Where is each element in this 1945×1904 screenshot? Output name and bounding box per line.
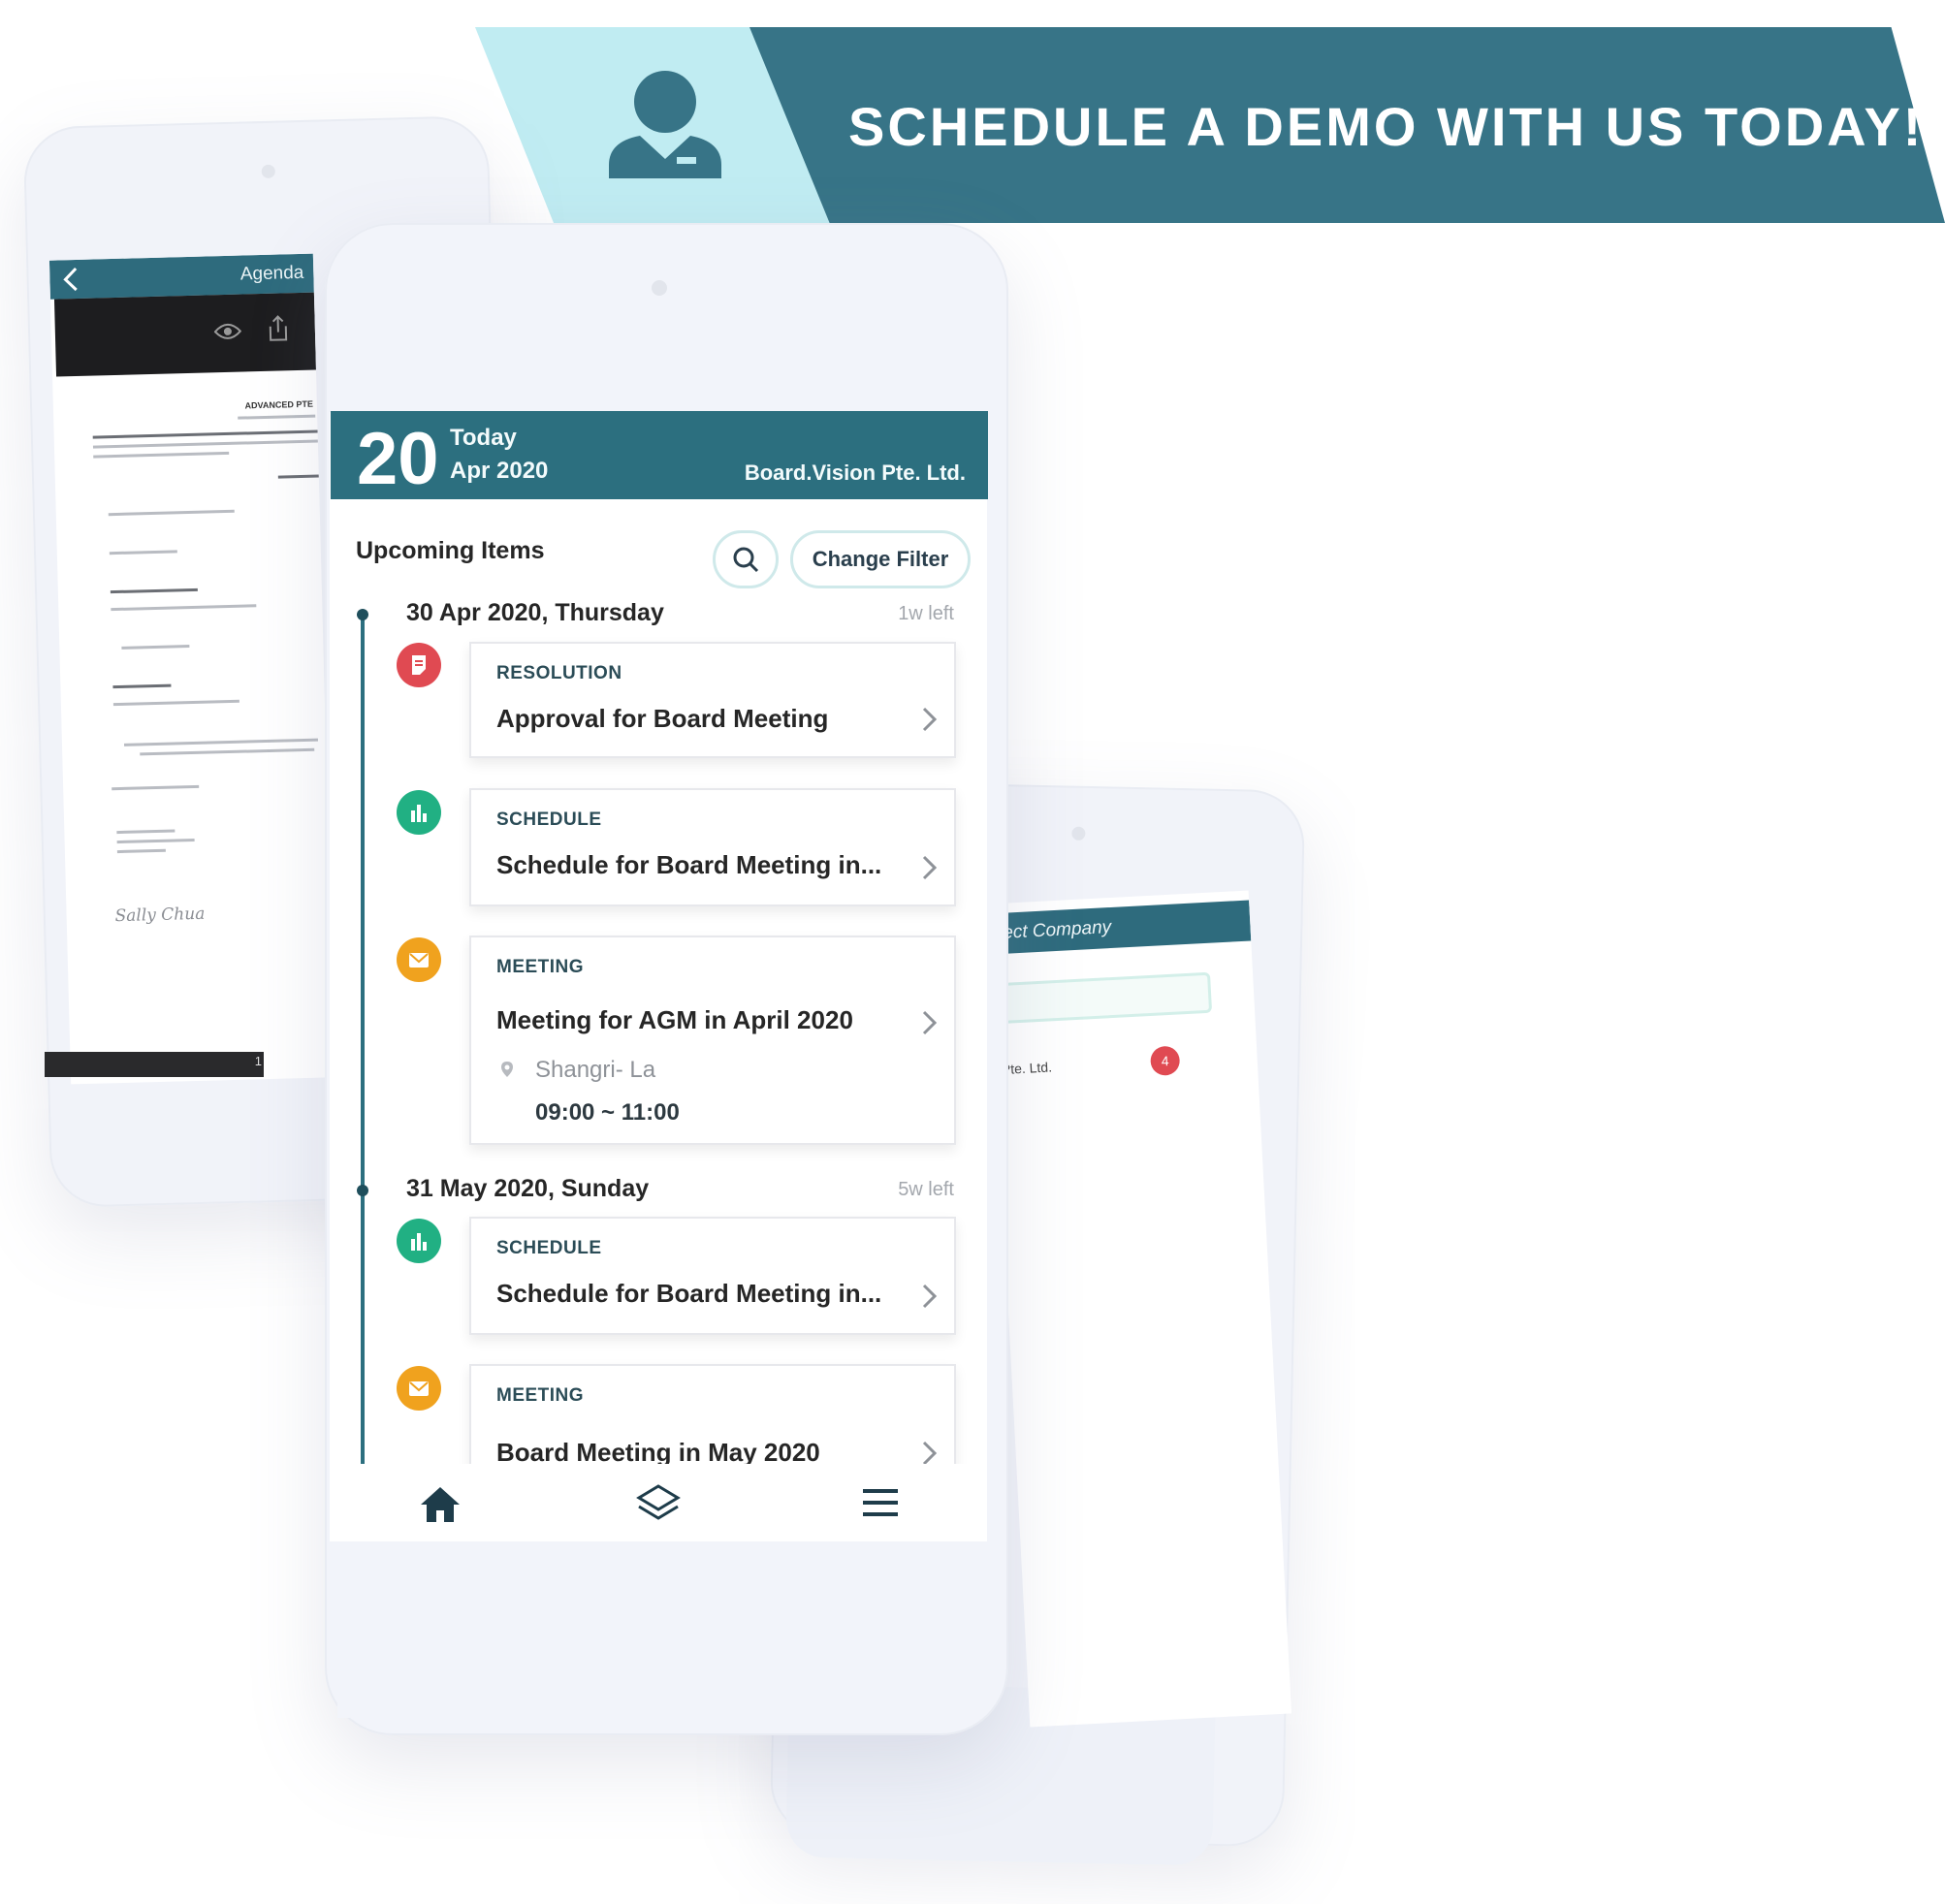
- signature: Sally Chua: [114, 904, 206, 927]
- resolution-icon: [397, 643, 441, 687]
- meeting-icon: [397, 1366, 441, 1411]
- home-icon[interactable]: [419, 1485, 462, 1524]
- layers-icon[interactable]: [636, 1483, 681, 1526]
- bottom-navigation: [330, 1464, 987, 1541]
- document-icon: [412, 655, 426, 675]
- date-day: 20: [357, 418, 439, 500]
- left-phone-screen: Agenda ADVANCED PTE Sally Chua: [48, 253, 335, 1085]
- camera-icon: [261, 164, 275, 179]
- agenda-title: Agenda: [239, 262, 304, 285]
- location-pin-icon: [501, 1062, 513, 1077]
- item-type: MEETING: [496, 1385, 585, 1406]
- item-title: Schedule for Board Meeting in...: [496, 1279, 882, 1308]
- timeline-line: [361, 614, 365, 1467]
- item-title: Meeting for AGM in April 2020: [496, 1005, 853, 1034]
- chevron-right-icon: [922, 1284, 938, 1309]
- time-remaining: 5w left: [898, 1179, 954, 1200]
- item-title: Approval for Board Meeting: [496, 704, 829, 733]
- item-card[interactable]: MEETING Meeting for AGM in April 2020 Sh…: [469, 936, 956, 1145]
- group-date: 30 Apr 2020, Thursday: [406, 599, 664, 626]
- company-search-input[interactable]: [991, 971, 1213, 1025]
- menu-icon[interactable]: [861, 1487, 900, 1518]
- chevron-right-icon: [922, 855, 938, 880]
- upcoming-items-title: Upcoming Items: [356, 537, 545, 564]
- item-type: SCHEDULE: [496, 1238, 602, 1258]
- camera-icon: [1071, 826, 1086, 841]
- right-phone-screen: elect Company Pte. Ltd. 4: [986, 890, 1292, 1728]
- item-type: SCHEDULE: [496, 809, 602, 830]
- camera-icon: [652, 280, 667, 296]
- meeting-icon: [397, 937, 441, 982]
- timeline-dot: [357, 609, 368, 620]
- change-filter-button[interactable]: Change Filter: [790, 530, 971, 588]
- select-company-header: elect Company: [987, 900, 1252, 955]
- item-title: Schedule for Board Meeting in...: [496, 850, 882, 879]
- company-name[interactable]: Board.Vision Pte. Ltd.: [733, 460, 966, 486]
- bar-chart-icon: [411, 1233, 427, 1251]
- item-type: MEETING: [496, 957, 585, 977]
- document-page-bar: 1: [45, 1052, 264, 1077]
- document-title: ADVANCED PTE: [244, 398, 314, 411]
- chevron-right-icon: [922, 1441, 938, 1466]
- chevron-right-icon: [922, 707, 938, 732]
- item-time: 09:00 ~ 11:00: [535, 1099, 680, 1126]
- bar-chart-icon: [411, 805, 427, 822]
- person-icon: [609, 71, 721, 178]
- group-date: 31 May 2020, Sunday: [406, 1175, 650, 1202]
- schedule-icon: [397, 790, 441, 835]
- item-type: RESOLUTION: [496, 663, 622, 683]
- back-arrow-icon[interactable]: [61, 266, 80, 293]
- item-card[interactable]: RESOLUTION Approval for Board Meeting: [469, 642, 956, 758]
- notification-badge: 4: [1149, 1045, 1181, 1077]
- item-location: Shangri- La: [535, 1057, 656, 1083]
- eye-icon[interactable]: [213, 322, 242, 342]
- schedule-icon: [397, 1219, 441, 1263]
- search-button[interactable]: [713, 530, 779, 588]
- date-today-label: Today: [450, 425, 517, 451]
- item-card[interactable]: SCHEDULE Schedule for Board Meeting in..…: [469, 788, 956, 906]
- document-toolbar: [53, 292, 316, 377]
- page-number: 1: [254, 1054, 262, 1068]
- chevron-right-icon: [922, 1010, 938, 1035]
- item-card[interactable]: SCHEDULE Schedule for Board Meeting in..…: [469, 1217, 956, 1335]
- date-month: Apr 2020: [450, 458, 549, 484]
- banner-cta-text[interactable]: SCHEDULE A DEMO WITH US TODAY!: [848, 95, 1921, 158]
- main-phone-lower-frame: [337, 1543, 982, 1718]
- company-list-item[interactable]: Pte. Ltd.: [1001, 1059, 1052, 1077]
- envelope-icon: [409, 1381, 429, 1396]
- agenda-document: ADVANCED PTE Sally Chua: [92, 399, 334, 1026]
- search-icon: [733, 547, 759, 573]
- time-remaining: 1w left: [898, 603, 954, 624]
- envelope-icon: [409, 953, 429, 968]
- share-icon[interactable]: [266, 314, 290, 342]
- timeline-dot: [357, 1185, 368, 1196]
